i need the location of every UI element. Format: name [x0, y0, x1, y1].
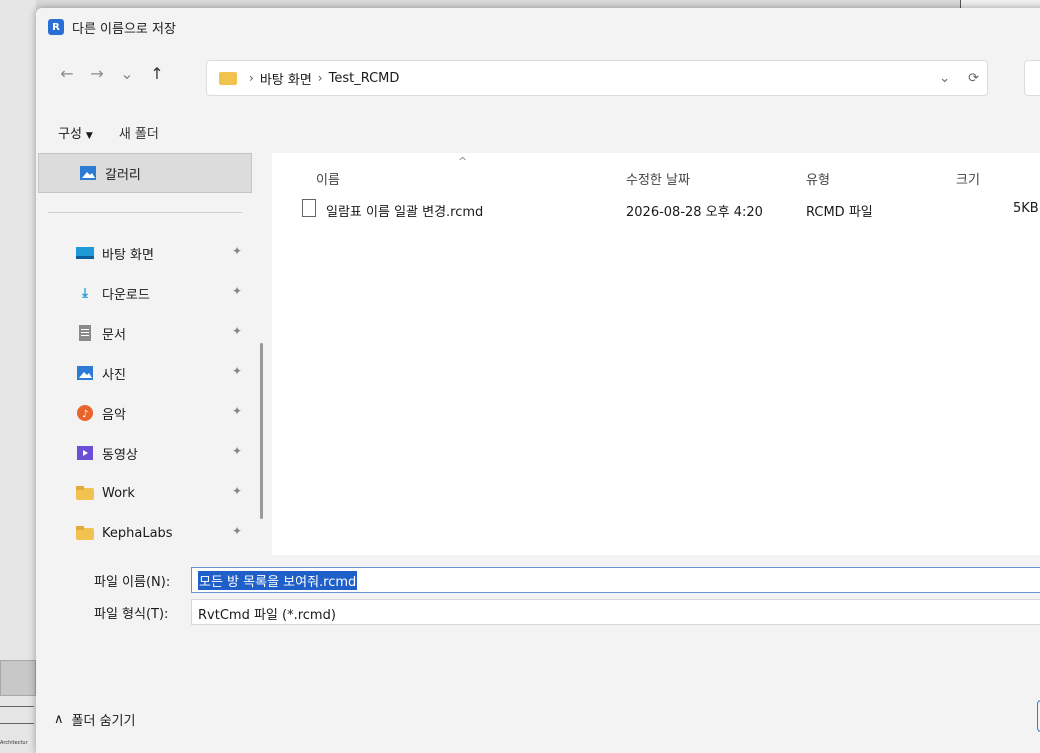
dialog-title: 다른 이름으로 저장	[72, 21, 176, 37]
sidebar-scrollbar[interactable]	[260, 343, 263, 519]
sidebar-item-label: 다운로드	[102, 287, 150, 303]
sort-up-icon: ^	[458, 155, 468, 168]
breadcrumb-desktop[interactable]: 바탕 화면	[260, 69, 312, 88]
sidebar-item-kephalabs[interactable]: KephaLabs	[76, 519, 173, 547]
table-row[interactable]: 일람표 이름 일괄 변경.rcmd 2026-08-28 오후 4:20 RCM…	[272, 197, 1040, 221]
sidebar-divider	[48, 212, 242, 213]
file-modified: 2026-08-28 오후 4:20	[626, 205, 763, 220]
background-text: Architectur	[0, 740, 28, 746]
sidebar-item-label: 문서	[102, 327, 126, 343]
sidebar-item-work[interactable]: Work	[76, 479, 135, 507]
forward-button[interactable]: →	[82, 58, 112, 88]
hide-folders-label: 폴더 숨기기	[71, 714, 136, 729]
folder-icon	[219, 71, 237, 85]
new-folder-button[interactable]: 새 폴더	[119, 123, 159, 142]
gallery-icon	[79, 165, 97, 181]
file-type: RCMD 파일	[806, 205, 873, 220]
sidebar-item-label: 동영상	[102, 447, 138, 463]
filetype-select[interactable]: RvtCmd 파일 (*.rcmd)	[191, 599, 1040, 625]
background-thumbnail	[0, 660, 36, 696]
organize-button[interactable]: 구성 ▼	[58, 123, 93, 142]
back-button[interactable]: ←	[52, 58, 82, 88]
pin-icon[interactable]: ✦	[232, 404, 242, 418]
filename-value: 모든 방 목록을 보여줘.rcmd	[198, 571, 358, 590]
music-icon: ♪	[76, 405, 94, 421]
download-icon: ⤓	[82, 285, 88, 301]
caret-down-icon: ▼	[85, 130, 93, 141]
sidebar-item-music[interactable]: ♪ 음악	[76, 399, 126, 427]
filetype-value: RvtCmd 파일 (*.rcmd)	[198, 608, 336, 623]
sidebar-item-gallery[interactable]: 갈러리	[38, 153, 252, 193]
desktop-icon	[76, 245, 94, 261]
pin-icon[interactable]: ✦	[232, 284, 242, 298]
file-size: 5KB	[1013, 201, 1039, 216]
save-as-dialog: R 다른 이름으로 저장 ← → ⌄ ↑ › 바탕 화면 › Test_RCMD…	[36, 8, 1040, 753]
sidebar-item-downloads[interactable]: ⤓ 다운로드	[76, 279, 150, 307]
column-header-modified[interactable]: 수정한 날짜	[626, 169, 690, 188]
sidebar-item-videos[interactable]: 동영상	[76, 439, 138, 467]
sidebar-item-documents[interactable]: 문서	[76, 319, 126, 347]
sidebar-item-desktop[interactable]: 바탕 화면	[76, 239, 154, 267]
file-name: 일람표 이름 일괄 변경.rcmd	[326, 205, 484, 220]
navigation-pane: 갈러리 바탕 화면 ✦ ⤓ 다운로드 ✦ 문서 ✦ 사진 ✦ ♪ 음악 ✦ 동영…	[36, 153, 264, 555]
filetype-label: 파일 형식(T):	[94, 607, 169, 622]
background-lines	[0, 706, 34, 724]
picture-icon	[76, 365, 94, 381]
hide-folders-toggle[interactable]: ∧ 폴더 숨기기	[54, 710, 135, 729]
document-icon	[76, 325, 94, 341]
folder-icon	[76, 525, 94, 541]
up-button[interactable]: ↑	[142, 58, 172, 88]
video-icon	[76, 445, 94, 461]
svg-text:♪: ♪	[82, 409, 88, 420]
sidebar-item-label: Work	[102, 485, 135, 501]
chevron-right-icon: ›	[317, 71, 323, 85]
file-icon	[302, 199, 316, 217]
pin-icon[interactable]: ✦	[232, 244, 242, 258]
dialog-footer: ∧ 폴더 숨기기	[36, 678, 1040, 753]
refresh-icon[interactable]: ⟳	[968, 71, 979, 86]
sidebar-item-label: 갈러리	[105, 167, 141, 183]
filename-input[interactable]: 모든 방 목록을 보여줘.rcmd	[191, 567, 1040, 593]
pin-icon[interactable]: ✦	[232, 364, 242, 378]
folder-icon	[76, 485, 94, 501]
recent-locations-button[interactable]: ⌄	[112, 58, 142, 88]
chevron-right-icon: ›	[249, 71, 254, 85]
file-list: 이름 ^ 수정한 날짜 유형 크기 일람표 이름 일괄 변경.rcmd 2026…	[272, 153, 1040, 555]
pin-icon[interactable]: ✦	[232, 524, 242, 538]
pin-icon[interactable]: ✦	[232, 324, 242, 338]
filename-label: 파일 이름(N):	[94, 575, 171, 590]
column-header-name[interactable]: 이름	[316, 169, 340, 188]
column-header-type[interactable]: 유형	[806, 169, 830, 188]
breadcrumb-test-rcmd[interactable]: Test_RCMD	[329, 71, 400, 86]
sidebar-item-label: KephaLabs	[102, 525, 173, 541]
command-bar: 구성 ▼ 새 폴더	[36, 114, 1040, 150]
search-input[interactable]	[1024, 60, 1040, 96]
pin-icon[interactable]: ✦	[232, 484, 242, 498]
title-bar: R 다른 이름으로 저장	[36, 8, 1040, 46]
gallery-row: 갈러리	[79, 159, 141, 187]
chevron-up-icon: ∧	[54, 712, 64, 727]
revit-app-icon: R	[48, 19, 64, 35]
organize-label: 구성	[58, 126, 82, 142]
sidebar-item-label: 사진	[102, 367, 126, 383]
background-panel: Architectur	[0, 0, 36, 753]
sidebar-item-label: 바탕 화면	[102, 247, 154, 263]
sidebar-item-pictures[interactable]: 사진	[76, 359, 126, 387]
address-dropdown-icon[interactable]: ⌄	[939, 71, 950, 86]
column-header-size[interactable]: 크기	[956, 169, 980, 188]
sidebar-item-label: 음악	[102, 407, 126, 423]
pin-icon[interactable]: ✦	[232, 444, 242, 458]
address-bar[interactable]: › 바탕 화면 › Test_RCMD ⌄ ⟳	[206, 60, 988, 96]
